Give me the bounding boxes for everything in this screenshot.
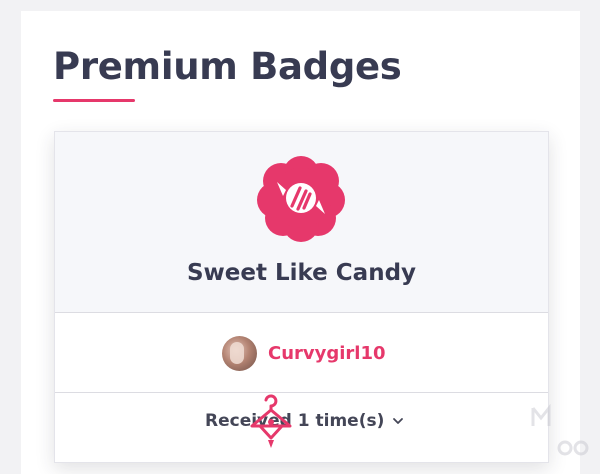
badge-name: Sweet Like Candy <box>186 260 417 286</box>
title-underline <box>53 99 135 102</box>
hanger-icon <box>250 394 292 448</box>
badge-card: Sweet Like Candy Curvygirl10 Received 1 … <box>54 131 549 463</box>
page-title: Premium Badges <box>53 45 402 88</box>
user-avatar[interactable] <box>222 335 257 371</box>
badge-owner-row: Curvygirl10 <box>55 313 548 393</box>
received-toggle[interactable]: Received 1 time(s) <box>205 411 404 431</box>
owner-username-link[interactable]: Curvygirl10 <box>268 343 386 364</box>
received-row[interactable]: Received 1 time(s) <box>55 393 548 462</box>
page: Premium Badges Sweet Like Candy Curvygir… <box>0 0 600 474</box>
candy-flower-icon <box>257 156 345 242</box>
watermark-logo <box>531 404 589 456</box>
premium-badges-panel: Premium Badges Sweet Like Candy Curvygir… <box>21 11 580 474</box>
owner-link[interactable]: Curvygirl10 <box>222 335 386 371</box>
badge-header: Sweet Like Candy <box>55 132 548 313</box>
chevron-down-icon[interactable] <box>392 415 404 427</box>
